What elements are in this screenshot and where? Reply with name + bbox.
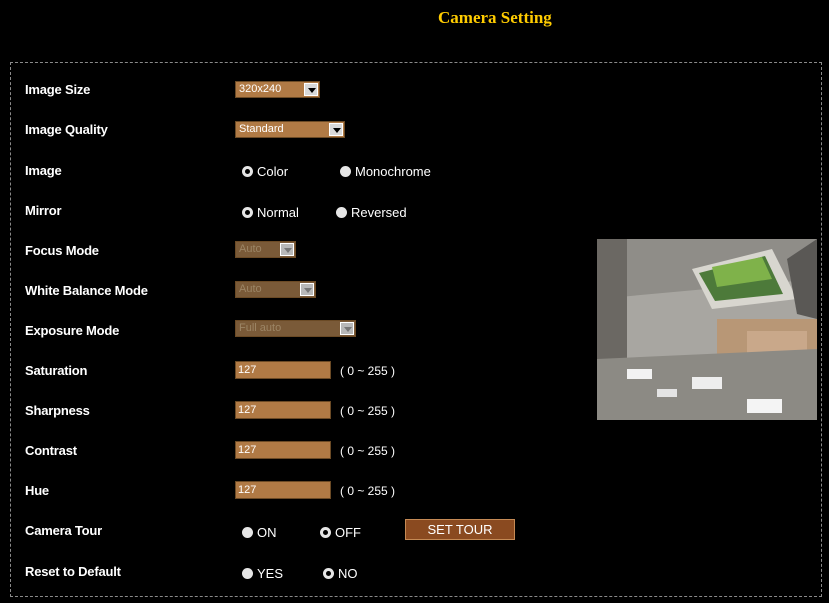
white-balance-label: White Balance Mode	[25, 283, 148, 298]
sharpness-input[interactable]: 127	[235, 401, 331, 419]
saturation-input[interactable]: 127	[235, 361, 331, 379]
image-size-select[interactable]: 320x240	[235, 81, 320, 98]
mirror-reversed-label: Reversed	[351, 205, 407, 220]
image-size-label: Image Size	[25, 82, 91, 97]
mirror-label: Mirror	[25, 203, 62, 218]
radio-selected-icon[interactable]	[323, 568, 334, 579]
chevron-down-icon[interactable]	[329, 123, 343, 136]
focus-mode-value: Auto	[239, 243, 262, 255]
exposure-mode-select[interactable]: Full auto	[235, 320, 356, 337]
sharpness-range: ( 0 ~ 255 )	[340, 404, 396, 418]
exposure-mode-label: Exposure Mode	[25, 323, 120, 338]
chevron-down-icon[interactable]	[300, 283, 314, 296]
saturation-range: ( 0 ~ 255 )	[340, 364, 396, 378]
hue-label: Hue	[25, 483, 49, 498]
saturation-label: Saturation	[25, 363, 88, 378]
reset-no-option[interactable]: NO	[323, 566, 358, 581]
camera-tour-on-label: ON	[257, 525, 277, 540]
image-label: Image	[25, 163, 62, 178]
contrast-range: ( 0 ~ 255 )	[340, 444, 396, 458]
page-title: Camera Setting	[438, 8, 552, 27]
image-color-label: Color	[257, 164, 289, 179]
radio-icon[interactable]	[242, 527, 253, 538]
reset-yes-label: YES	[257, 566, 284, 581]
white-balance-select[interactable]: Auto	[235, 281, 316, 298]
image-color-option[interactable]: Color	[242, 164, 288, 179]
image-quality-select[interactable]: Standard	[235, 121, 345, 138]
white-balance-value: Auto	[239, 283, 262, 295]
exposure-mode-value: Full auto	[239, 322, 282, 334]
radio-selected-icon[interactable]	[242, 207, 253, 218]
reset-default-label: Reset to Default	[25, 564, 121, 579]
radio-selected-icon[interactable]	[242, 166, 253, 177]
camera-tour-label: Camera Tour	[25, 523, 103, 538]
chevron-down-icon[interactable]	[280, 243, 294, 256]
radio-selected-icon[interactable]	[320, 527, 331, 538]
contrast-label: Contrast	[25, 443, 77, 458]
image-size-value: 320x240	[239, 83, 282, 95]
sharpness-label: Sharpness	[25, 403, 90, 418]
image-monochrome-option[interactable]: Monochrome	[340, 164, 431, 179]
set-tour-button[interactable]: SET TOUR	[405, 519, 515, 540]
focus-mode-select[interactable]: Auto	[235, 241, 296, 258]
preview-scene	[597, 239, 817, 420]
image-quality-label: Image Quality	[25, 122, 108, 137]
radio-icon[interactable]	[336, 207, 347, 218]
image-monochrome-label: Monochrome	[355, 164, 431, 179]
chevron-down-icon[interactable]	[304, 83, 318, 96]
focus-mode-label: Focus Mode	[25, 243, 99, 258]
mirror-normal-label: Normal	[257, 205, 299, 220]
image-quality-value: Standard	[239, 123, 284, 135]
hue-input[interactable]: 127	[235, 481, 331, 499]
camera-preview-image	[597, 239, 817, 420]
contrast-input[interactable]: 127	[235, 441, 331, 459]
hue-range: ( 0 ~ 255 )	[340, 484, 396, 498]
mirror-reversed-option[interactable]: Reversed	[336, 205, 407, 220]
reset-no-label: NO	[338, 566, 358, 581]
radio-icon[interactable]	[340, 166, 351, 177]
radio-icon[interactable]	[242, 568, 253, 579]
mirror-normal-option[interactable]: Normal	[242, 205, 299, 220]
camera-tour-on-option[interactable]: ON	[242, 525, 277, 540]
camera-tour-off-option[interactable]: OFF	[320, 525, 361, 540]
camera-tour-off-label: OFF	[335, 525, 361, 540]
chevron-down-icon[interactable]	[340, 322, 354, 335]
reset-yes-option[interactable]: YES	[242, 566, 283, 581]
